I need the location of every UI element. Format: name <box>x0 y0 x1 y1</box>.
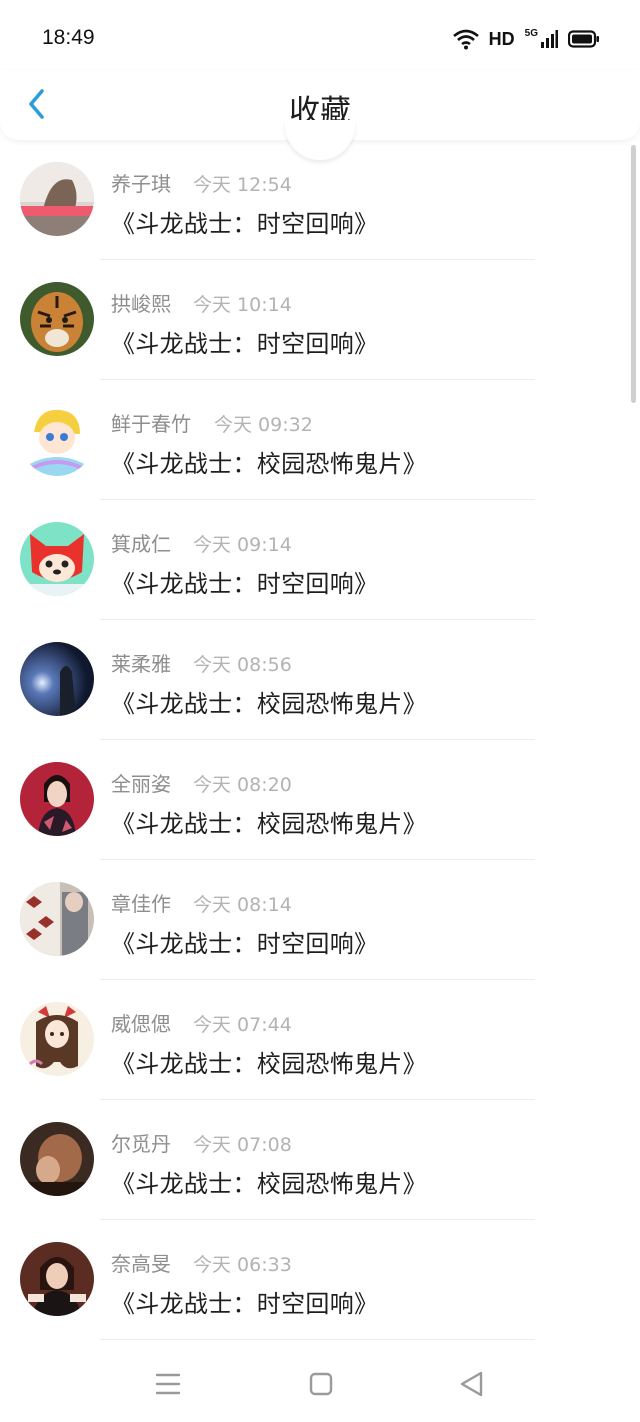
item-title: 《斗龙战士：时空回响》 <box>111 570 379 598</box>
item-user-name: 威偲偲 <box>111 1012 171 1036</box>
item-time: 今天 07:44 <box>193 1014 292 1036</box>
item-user-name: 莱柔雅 <box>111 652 171 676</box>
divider <box>100 1339 535 1340</box>
list-item[interactable]: 养子琪 今天 12:54 《斗龙战士：时空回响》 <box>0 140 640 260</box>
item-user-name: 养子琪 <box>111 172 171 196</box>
item-title: 《斗龙战士：校园恐怖鬼片》 <box>111 450 427 478</box>
network-type: 5G <box>524 27 538 39</box>
list-item[interactable]: 威偲偲 今天 07:44 《斗龙战士：校园恐怖鬼片》 <box>0 980 640 1100</box>
item-time: 今天 10:14 <box>193 294 292 316</box>
square-home-icon <box>309 1372 333 1396</box>
item-title: 《斗龙战士：校园恐怖鬼片》 <box>111 1050 427 1078</box>
item-user-name: 章佳作 <box>111 892 171 916</box>
avatar <box>20 762 94 836</box>
item-title: 《斗龙战士：时空回响》 <box>111 930 379 958</box>
status-icons: HD 5G <box>452 26 600 52</box>
item-time: 今天 12:54 <box>193 174 292 196</box>
item-time: 今天 08:20 <box>193 774 292 796</box>
list-item[interactable]: 章佳作 今天 08:14 《斗龙战士：时空回响》 <box>0 860 640 980</box>
status-bar: 18:49 HD 5G <box>0 0 640 78</box>
battery-icon <box>568 30 599 48</box>
system-nav-bar <box>0 1342 640 1422</box>
list-item[interactable]: 箕成仁 今天 09:14 《斗龙战士：时空回响》 <box>0 500 640 620</box>
avatar <box>20 882 94 956</box>
item-user-name: 鲜于春竹 <box>111 412 191 436</box>
item-time: 今天 08:14 <box>193 894 292 916</box>
list-item[interactable]: 奈高旻 今天 06:33 《斗龙战士：时空回响》 <box>0 1220 640 1340</box>
signal-icon <box>541 30 558 48</box>
item-user-name: 尔觅丹 <box>111 1132 171 1156</box>
avatar <box>20 1242 94 1316</box>
scrollbar[interactable] <box>631 145 636 403</box>
list-item[interactable]: 尔觅丹 今天 07:08 《斗龙战士：校园恐怖鬼片》 <box>0 1100 640 1220</box>
item-title: 《斗龙战士：校园恐怖鬼片》 <box>111 690 427 718</box>
avatar <box>20 642 94 716</box>
triangle-back-icon <box>460 1371 483 1397</box>
item-user-name: 箕成仁 <box>111 532 171 556</box>
item-time: 今天 09:14 <box>193 534 292 556</box>
status-time: 18:49 <box>42 26 95 49</box>
avatar <box>20 402 94 476</box>
list-item[interactable]: 全丽姿 今天 08:20 《斗龙战士：校园恐怖鬼片》 <box>0 740 640 860</box>
item-title: 《斗龙战士：时空回响》 <box>111 1290 379 1318</box>
item-title: 《斗龙战士：时空回响》 <box>111 210 379 238</box>
item-time: 今天 08:56 <box>193 654 292 676</box>
list-item[interactable]: 拱峻熙 今天 10:14 《斗龙战士：时空回响》 <box>0 260 640 380</box>
item-title: 《斗龙战士：校园恐怖鬼片》 <box>111 1170 427 1198</box>
item-time: 今天 09:32 <box>214 414 313 436</box>
hd-indicator: HD <box>488 28 515 49</box>
item-time: 今天 07:08 <box>193 1134 292 1156</box>
item-title: 《斗龙战士：时空回响》 <box>111 330 379 358</box>
avatar <box>20 522 94 596</box>
nav-back-button[interactable] <box>454 1366 490 1402</box>
favorites-list: 养子琪 今天 12:54 《斗龙战士：时空回响》 拱峻熙 今天 10:14 《斗… <box>0 140 640 1340</box>
home-button[interactable] <box>302 1366 338 1402</box>
avatar <box>20 162 94 236</box>
list-item[interactable]: 莱柔雅 今天 08:56 《斗龙战士：校园恐怖鬼片》 <box>0 620 640 740</box>
item-user-name: 拱峻熙 <box>111 292 171 316</box>
avatar <box>20 1122 94 1196</box>
list-item[interactable]: 鲜于春竹 今天 09:32 《斗龙战士：校园恐怖鬼片》 <box>0 380 640 500</box>
item-user-name: 奈高旻 <box>111 1252 171 1276</box>
avatar <box>20 1002 94 1076</box>
wifi-icon <box>452 29 479 50</box>
item-user-name: 全丽姿 <box>111 772 171 796</box>
item-title: 《斗龙战士：校园恐怖鬼片》 <box>111 810 427 838</box>
item-time: 今天 06:33 <box>193 1254 292 1276</box>
menu-icon <box>155 1373 181 1395</box>
menu-button[interactable] <box>150 1366 186 1402</box>
avatar <box>20 282 94 356</box>
